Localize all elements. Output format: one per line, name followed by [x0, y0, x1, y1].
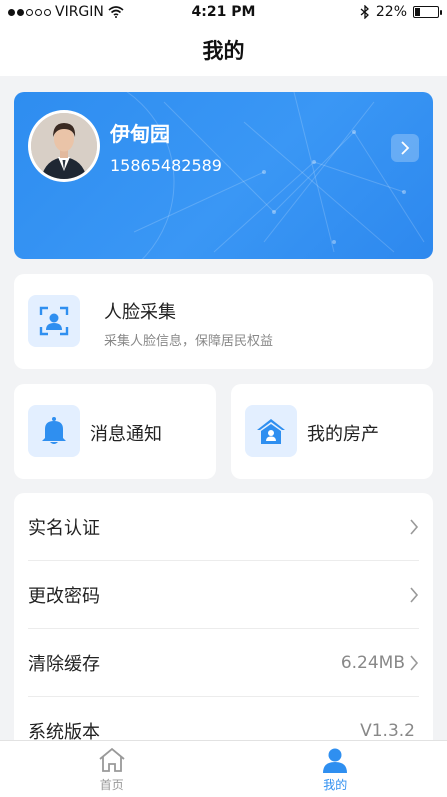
menu-change-password[interactable]: 更改密码: [14, 561, 433, 628]
profile-name: 伊甸园: [110, 122, 170, 146]
chevron-right-icon: [410, 654, 419, 671]
avatar-photo: [31, 113, 97, 179]
battery-percent: 22%: [375, 4, 407, 20]
face-capture-card[interactable]: 人脸采集 采集人脸信息，保障居民权益: [14, 274, 433, 369]
status-bar: VIRGIN 4:21 PM 22%: [0, 0, 447, 26]
my-property-card[interactable]: 我的房产: [231, 384, 433, 479]
face-capture-title: 人脸采集: [104, 302, 176, 323]
bluetooth-icon: [360, 5, 369, 19]
chevron-right-icon: [410, 518, 419, 535]
profile-card[interactable]: 伊甸园 15865482589: [14, 92, 433, 259]
menu-label: 实名认证: [28, 517, 100, 539]
tab-home-label: 首页: [99, 778, 124, 792]
person-icon: [323, 748, 348, 773]
face-icon-box: [28, 295, 80, 347]
tab-mine[interactable]: 我的: [224, 741, 447, 797]
status-right: 22%: [360, 4, 442, 20]
face-scan-icon: [39, 306, 69, 336]
house-icon-box: [245, 405, 297, 457]
chevron-right-icon: [401, 141, 410, 155]
bell-icon-box: [28, 405, 80, 457]
notification-label: 消息通知: [90, 424, 162, 445]
profile-detail-button[interactable]: [391, 134, 419, 162]
tab-home[interactable]: 首页: [0, 741, 224, 797]
battery-icon: [413, 6, 442, 18]
face-capture-subtitle: 采集人脸信息，保障居民权益: [104, 334, 274, 349]
menu-label: 更改密码: [28, 585, 100, 607]
house-icon: [257, 419, 285, 444]
home-icon: [99, 747, 125, 772]
battery-fill: [415, 8, 420, 16]
bell-icon: [42, 417, 66, 444]
menu-label: 清除缓存: [28, 653, 100, 675]
chevron-right-icon: [410, 586, 419, 603]
avatar: [28, 110, 100, 182]
my-property-label: 我的房产: [307, 424, 379, 445]
cache-size: 6.24MB: [340, 652, 405, 673]
version-number: V1.3.2: [360, 720, 415, 741]
tab-mine-label: 我的: [323, 778, 348, 792]
tab-bar: 首页 我的: [0, 740, 447, 797]
menu-real-name-auth[interactable]: 实名认证: [14, 493, 433, 560]
menu-clear-cache[interactable]: 清除缓存 6.24MB: [14, 629, 433, 696]
notification-card[interactable]: 消息通知: [14, 384, 216, 479]
page-title: 我的: [0, 26, 447, 76]
profile-phone: 15865482589: [110, 156, 222, 175]
